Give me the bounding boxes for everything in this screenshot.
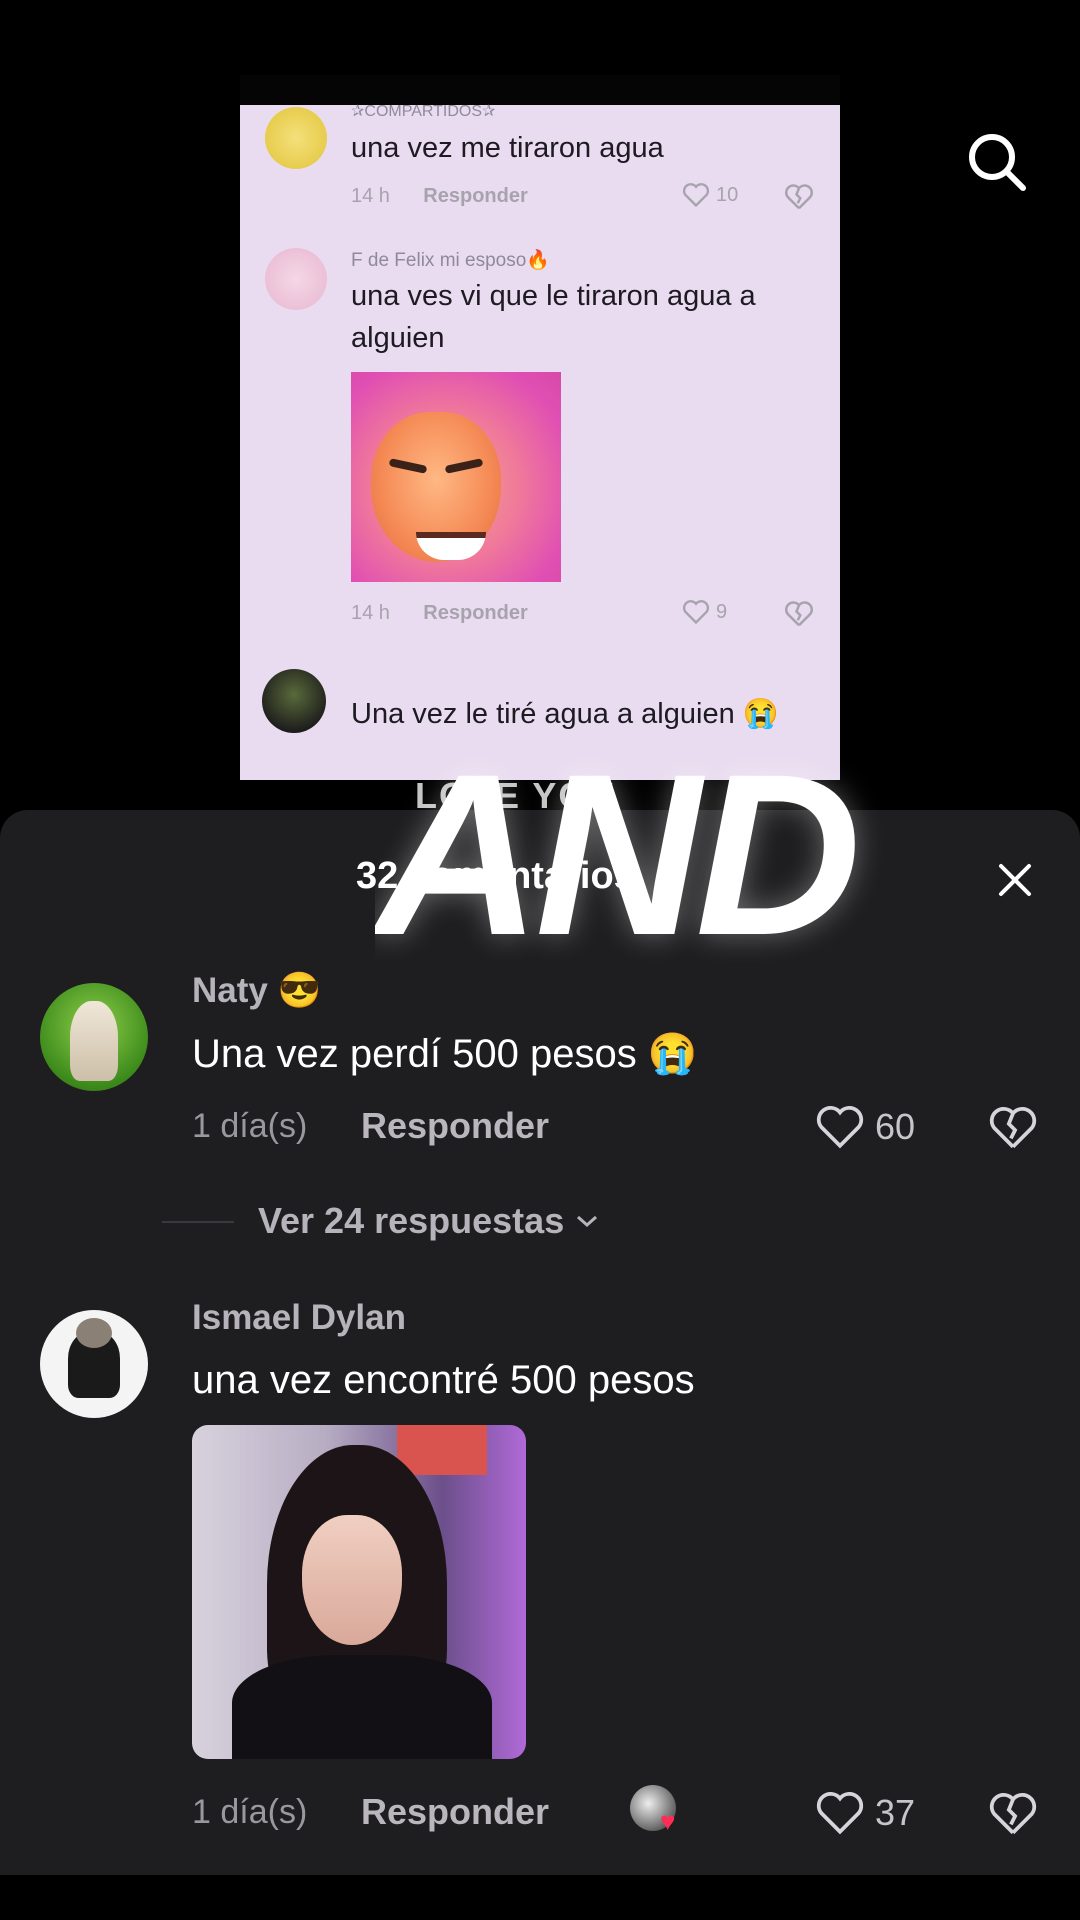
embed-comment-user: ✰COMPARTIDOS✰	[351, 103, 496, 120]
heart-icon	[682, 600, 710, 625]
dislike-icon[interactable]	[988, 1105, 1038, 1151]
like-count: 37	[875, 1792, 916, 1833]
embed-avatar-1	[265, 107, 327, 169]
embed-comment-text: Una vez le tiré agua a alguien 😭	[351, 698, 779, 730]
replies-divider	[162, 1221, 234, 1223]
embed-like[interactable]: 9	[682, 599, 727, 625]
heart-icon	[816, 1791, 864, 1835]
embed-comment-text: una ves vi que le tiraron agua a alguien	[351, 280, 756, 354]
view-replies-button[interactable]: Ver 24 respuestas	[258, 1200, 600, 1242]
search-icon[interactable]	[965, 130, 1029, 194]
dislike-icon[interactable]	[784, 600, 814, 628]
like-button[interactable]: 60	[815, 1104, 915, 1150]
heart-icon	[816, 1105, 864, 1149]
bottom-strip	[0, 1875, 1080, 1920]
reply-button[interactable]: Responder	[361, 1791, 549, 1833]
dislike-icon[interactable]	[988, 1791, 1038, 1837]
close-icon[interactable]	[995, 860, 1035, 900]
embed-reply-button[interactable]: Responder	[423, 602, 527, 624]
comment-text: una vez encontré 500 pesos	[192, 1358, 695, 1402]
embed-like[interactable]: 10	[682, 182, 738, 208]
view-replies-label: Ver 24 respuestas	[258, 1200, 565, 1241]
comment-time: 1 día(s)	[192, 1107, 308, 1145]
comment-text: Una vez perdí 500 pesos 😭	[192, 1032, 698, 1076]
embed-avatar-3	[262, 669, 326, 733]
embed-reply-button[interactable]: Responder	[423, 185, 527, 207]
embed-comment-meta: 14 h Responder	[351, 185, 528, 208]
embed-comment-meta: 14 h Responder	[351, 602, 528, 625]
comment-image[interactable]	[192, 1425, 526, 1759]
avatar[interactable]	[40, 983, 148, 1091]
embedded-screenshot: ✰COMPARTIDOS✰ una vez me tiraron agua 14…	[240, 75, 840, 780]
like-count: 60	[875, 1106, 916, 1147]
reply-button[interactable]: Responder	[361, 1105, 549, 1147]
chevron-down-icon	[577, 1215, 598, 1228]
embed-comment-user: F de Felix mi esposo🔥	[351, 250, 550, 271]
embed-comment-time: 14 h	[351, 602, 390, 624]
avatar[interactable]	[40, 1310, 148, 1418]
embed-top-strip	[240, 75, 840, 105]
comment-username[interactable]: Ismael Dylan	[192, 1298, 406, 1338]
comment-username[interactable]: Naty 😎	[192, 970, 321, 1011]
embed-comment-text: una vez me tiraron agua	[351, 132, 664, 164]
embed-like-count: 9	[716, 600, 728, 623]
like-button[interactable]: 37	[815, 1790, 915, 1836]
comment-time: 1 día(s)	[192, 1793, 308, 1831]
embed-avatar-2	[265, 248, 327, 310]
embed-comment-time: 14 h	[351, 185, 390, 207]
overlay-caption: AND	[375, 740, 861, 970]
embed-meme-image	[351, 372, 561, 582]
creator-heart-icon: ♥	[660, 1806, 676, 1836]
embed-like-count: 10	[716, 183, 739, 206]
dislike-icon[interactable]	[784, 183, 814, 211]
heart-icon	[682, 183, 710, 208]
